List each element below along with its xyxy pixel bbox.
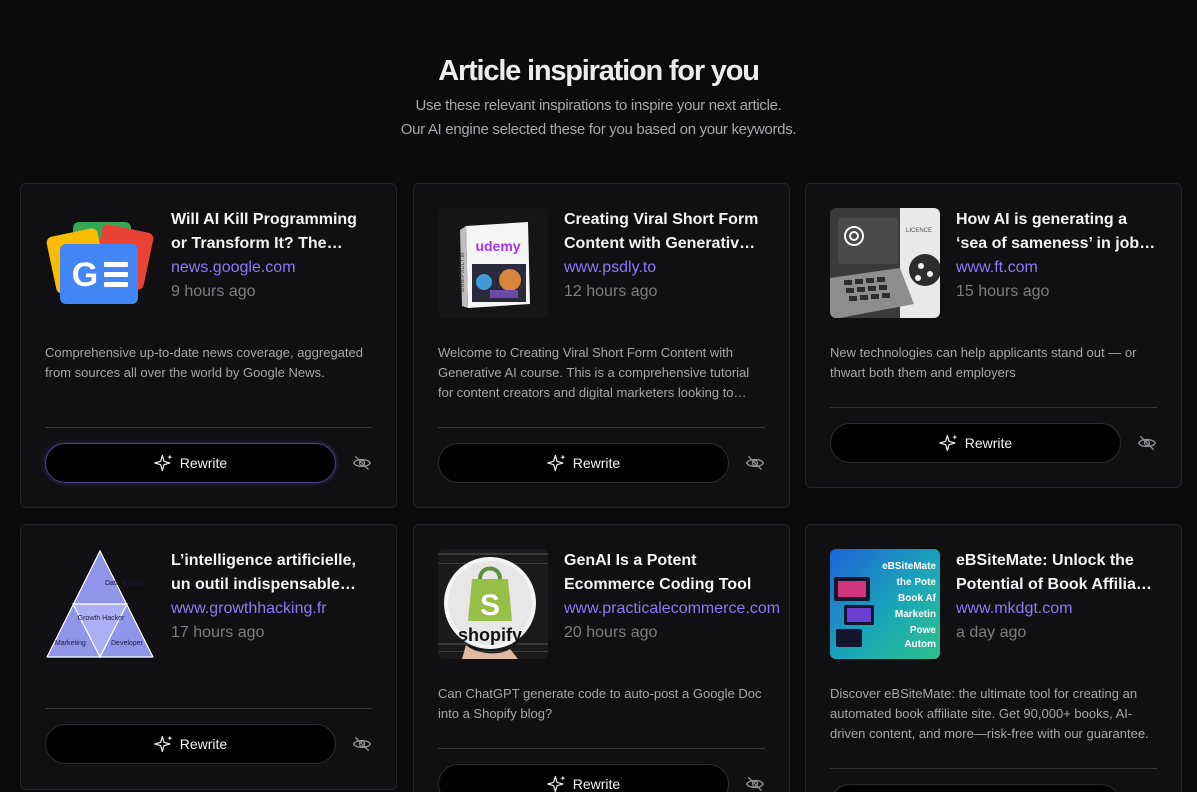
hide-article-button[interactable] [351,733,373,755]
article-info: Will AI Kill Programming or Transform It… [171,208,371,304]
article-source-link[interactable]: news.google.com [171,256,371,280]
page-header: Article inspiration for you Use these re… [0,52,1197,142]
article-title[interactable]: eBSiteMate: Unlock the Potential of Book… [956,549,1156,597]
openai-laptop-illustration-icon: LICENCE [830,208,940,318]
article-info: L’intelligence artificielle, un outil in… [171,549,371,645]
svg-text:G: G [72,256,98,294]
udemy-box-text: udemy [475,238,520,254]
rewrite-button-label: Rewrite [572,776,621,792]
card-divider [438,427,765,428]
article-timestamp: 15 hours ago [956,283,1050,300]
rewrite-button-label: Rewrite [964,435,1013,451]
svg-text:S: S [480,589,500,622]
licence-text: LICENCE [906,228,932,234]
rewrite-button[interactable]: Rewrite [830,423,1121,463]
promo-line-3: Book Af [898,593,937,604]
shopify-bag-logo-icon: S shopify [438,549,548,659]
card-divider [45,427,372,428]
eye-off-icon [1137,435,1157,451]
article-card: LICENCE How AI is generating a ‘sea of s… [805,183,1182,488]
growth-hacker-triangle-icon: Data Analyst Growth Hacker Marketing Dev… [45,549,155,659]
promo-line-4: Marketin [895,609,936,620]
article-timestamp: a day ago [956,624,1027,641]
article-title[interactable]: Creating Viral Short Form Content with G… [564,208,764,256]
article-title[interactable]: Will AI Kill Programming or Transform It… [171,208,371,256]
promo-line-2: the Pote [897,577,937,588]
article-description: Discover eBSiteMate: the ultimate tool f… [830,686,1149,741]
page-title: Article inspiration for you [438,55,760,87]
triangle-label-right: Developer [111,640,144,647]
shopify-wordmark: shopify [458,625,522,645]
article-source-link[interactable]: www.growthhacking.fr [171,597,371,621]
article-info: Creating Viral Short Form Content with G… [564,208,764,304]
hide-article-button[interactable] [1136,432,1158,454]
promo-line-5: Powe [910,625,937,636]
article-card: Data Analyst Growth Hacker Marketing Dev… [20,524,397,790]
card-divider [830,768,1157,769]
triangle-label-left: Marketing [55,640,86,647]
rewrite-button[interactable]: Rewrite [45,443,336,483]
article-timestamp: 12 hours ago [564,283,658,300]
rewrite-button[interactable]: Rewrite [438,764,729,792]
udemy-box-side-text: www.PSDLY.to [460,252,466,293]
eye-off-icon [745,455,765,471]
article-timestamp: 20 hours ago [564,624,658,641]
eye-off-icon [352,455,372,471]
article-description: Welcome to Creating Viral Short Form Con… [438,345,750,400]
triangle-label-center: Growth Hacker [78,615,125,622]
sparkle-icon [546,454,566,472]
article-description: New technologies can help applicants sta… [830,345,1137,380]
article-source-link[interactable]: www.psdly.to [564,256,764,280]
article-source-link[interactable]: www.ft.com [956,256,1156,280]
rewrite-button[interactable]: Rewrite [45,724,336,764]
article-description: Can ChatGPT generate code to auto-post a… [438,686,762,721]
udemy-course-box-icon: www.PSDLY.to udemy [438,208,548,318]
article-card: www.PSDLY.to udemy Creating Viral Short … [413,183,790,508]
eye-off-icon [745,776,765,792]
triangle-label-top: Data Analyst [105,580,144,587]
page-subtitle-line-1: Use these relevant inspirations to inspi… [415,97,782,114]
hide-article-button[interactable] [744,452,766,474]
article-title[interactable]: How AI is generating a ‘sea of sameness’… [956,208,1156,256]
article-title[interactable]: GenAI Is a Potent Ecommerce Coding Tool [564,549,764,597]
hide-article-button[interactable] [351,452,373,474]
promo-line-1: eBSiteMate [882,561,936,572]
rewrite-button-label: Rewrite [179,736,228,752]
hide-article-button[interactable] [744,773,766,792]
sparkle-icon [153,735,173,753]
article-source-link[interactable]: www.practicalecommerce.com [564,597,780,621]
article-info: How AI is generating a ‘sea of sameness’… [956,208,1156,304]
article-timestamp: 9 hours ago [171,283,256,300]
google-news-logo-icon: G [45,208,155,318]
article-card: S shopify GenAI Is a Potent Ecommerce Co… [413,524,790,792]
page-subtitle-line-2: Our AI engine selected these for you bas… [400,121,797,138]
article-description: Comprehensive up-to-date news coverage, … [45,345,363,380]
sparkle-icon [938,434,958,452]
article-info: GenAI Is a Potent Ecommerce Coding Tool … [564,549,780,645]
article-card: eBSiteMate the Pote Book Af Marketin Pow… [805,524,1182,792]
rewrite-button-label: Rewrite [179,455,228,471]
rewrite-button-label: Rewrite [572,455,621,471]
article-source-link[interactable]: www.mkdgt.com [956,597,1156,621]
promo-line-6: Autom [904,639,936,650]
card-divider [830,407,1157,408]
article-card: G Will AI Kill Programming or Transform … [20,183,397,508]
article-title[interactable]: L’intelligence artificielle, un outil in… [171,549,371,597]
card-divider [45,708,372,709]
ebsitemate-promo-image-icon: eBSiteMate the Pote Book Af Marketin Pow… [830,549,940,659]
article-info: eBSiteMate: Unlock the Potential of Book… [956,549,1156,645]
sparkle-icon [546,775,566,792]
article-timestamp: 17 hours ago [171,624,265,641]
card-divider [438,748,765,749]
rewrite-button[interactable]: Rewrite [830,784,1121,792]
rewrite-button[interactable]: Rewrite [438,443,729,483]
sparkle-icon [153,454,173,472]
eye-off-icon [352,736,372,752]
